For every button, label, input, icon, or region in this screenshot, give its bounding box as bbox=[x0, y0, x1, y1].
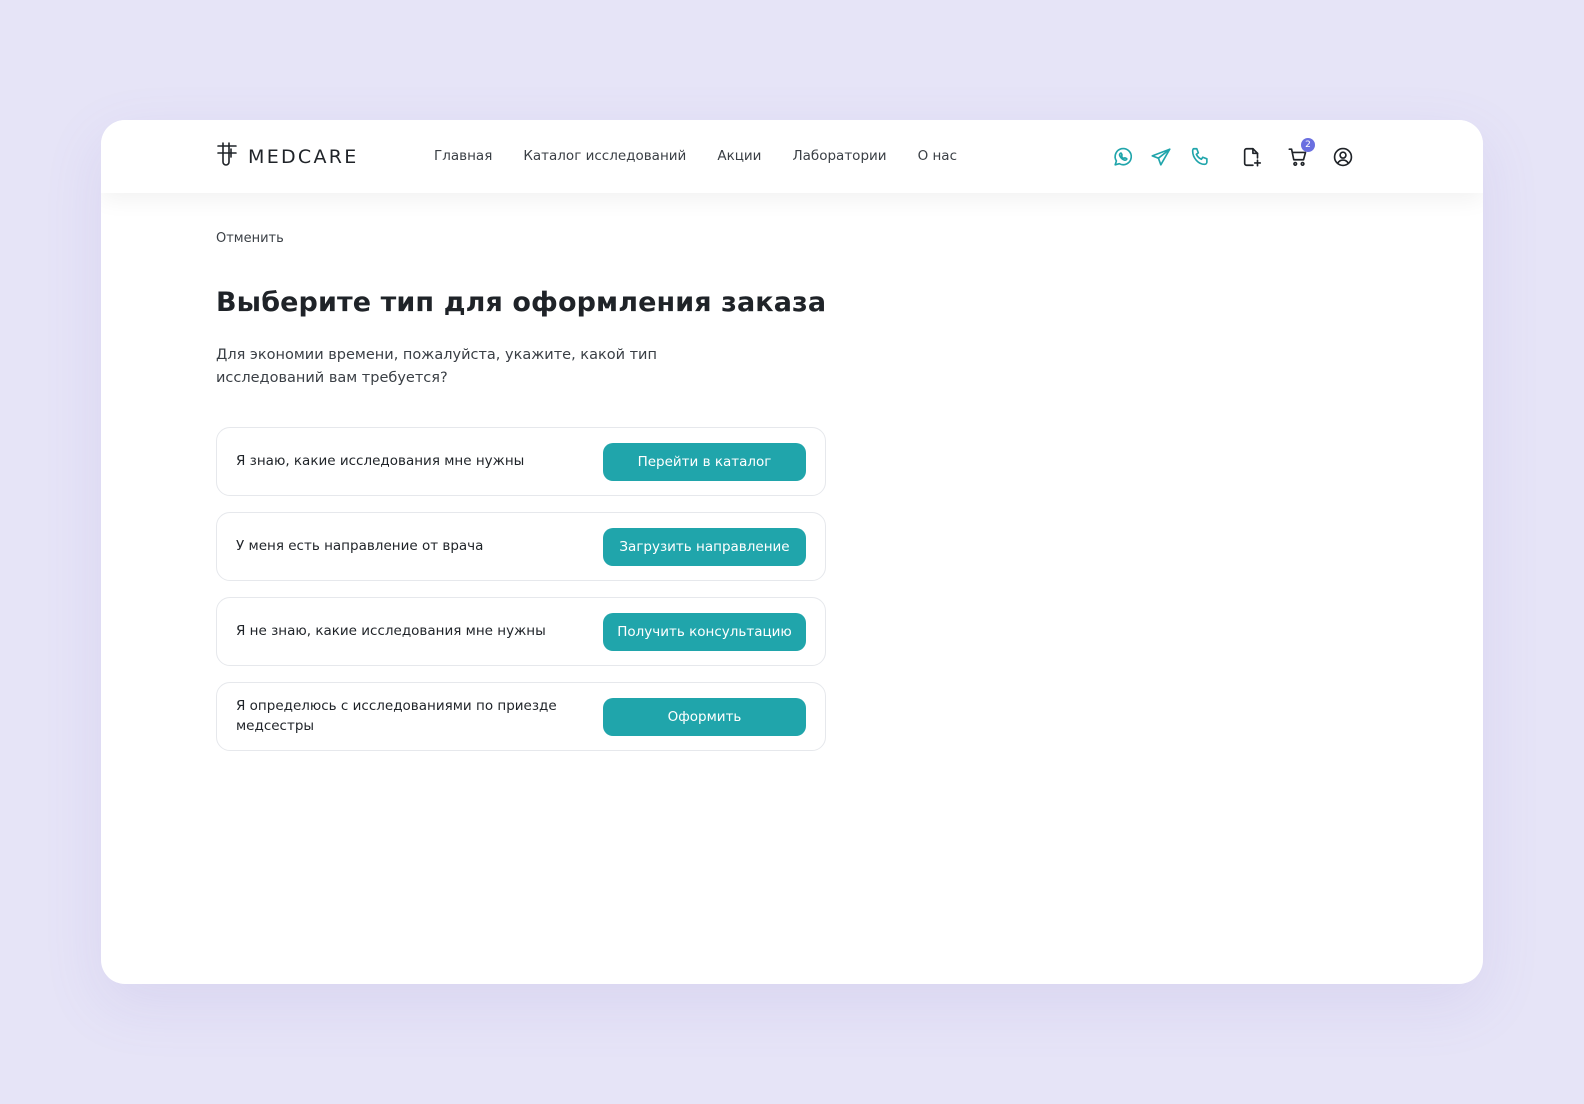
page-title: Выберите тип для оформления заказа bbox=[216, 287, 827, 318]
upload-referral-button[interactable]: Загрузить направление bbox=[603, 527, 806, 566]
phone-icon[interactable] bbox=[1187, 144, 1213, 170]
nav-item-about[interactable]: О нас bbox=[918, 148, 957, 164]
nav-item-promotions[interactable]: Акции bbox=[717, 148, 761, 164]
brand-name: MEDCARE bbox=[248, 146, 359, 168]
cart-count-badge: 2 bbox=[1301, 138, 1315, 152]
user-icon[interactable] bbox=[1330, 144, 1356, 170]
logo[interactable]: MEDCARE bbox=[216, 142, 359, 172]
option-label: У меня есть направление от врача bbox=[236, 537, 484, 554]
place-order-button[interactable]: Оформить bbox=[603, 697, 806, 736]
option-card-catalog: Я знаю, какие исследования мне нужны Пер… bbox=[216, 427, 826, 496]
cart-icon[interactable]: 2 bbox=[1285, 138, 1315, 170]
option-label: Я не знаю, какие исследования мне нужны bbox=[236, 622, 546, 639]
nav-item-home[interactable]: Главная bbox=[434, 148, 492, 164]
nav-item-catalog[interactable]: Каталог исследований bbox=[523, 148, 686, 164]
whatsapp-icon[interactable] bbox=[1110, 144, 1136, 170]
option-label: Я определюсь с исследованиями по приезде… bbox=[236, 698, 557, 734]
main-nav: Главная Каталог исследований Акции Лабор… bbox=[434, 148, 957, 164]
test-tube-icon bbox=[216, 141, 238, 173]
document-add-icon[interactable] bbox=[1239, 144, 1265, 170]
go-to-catalog-button[interactable]: Перейти в каталог bbox=[603, 442, 806, 481]
telegram-icon[interactable] bbox=[1148, 144, 1174, 170]
nav-item-laboratories[interactable]: Лаборатории bbox=[792, 148, 886, 164]
cancel-link[interactable]: Отменить bbox=[216, 231, 284, 246]
option-card-nurse: Я определюсь с исследованиями по приезде… bbox=[216, 682, 826, 751]
site-header: MEDCARE Главная Каталог исследований Акц… bbox=[101, 120, 1483, 193]
page-subtitle: Для экономии времени, пожалуйста, укажит… bbox=[216, 347, 657, 386]
get-consultation-button[interactable]: Получить консультацию bbox=[603, 612, 806, 651]
main-card: MEDCARE Главная Каталог исследований Акц… bbox=[101, 120, 1483, 984]
order-type-options: Я знаю, какие исследования мне нужны Пер… bbox=[216, 427, 826, 751]
option-card-referral: У меня есть направление от врача Загрузи… bbox=[216, 512, 826, 581]
option-label: Я знаю, какие исследования мне нужны bbox=[236, 452, 525, 469]
option-card-consultation: Я не знаю, какие исследования мне нужны … bbox=[216, 597, 826, 666]
